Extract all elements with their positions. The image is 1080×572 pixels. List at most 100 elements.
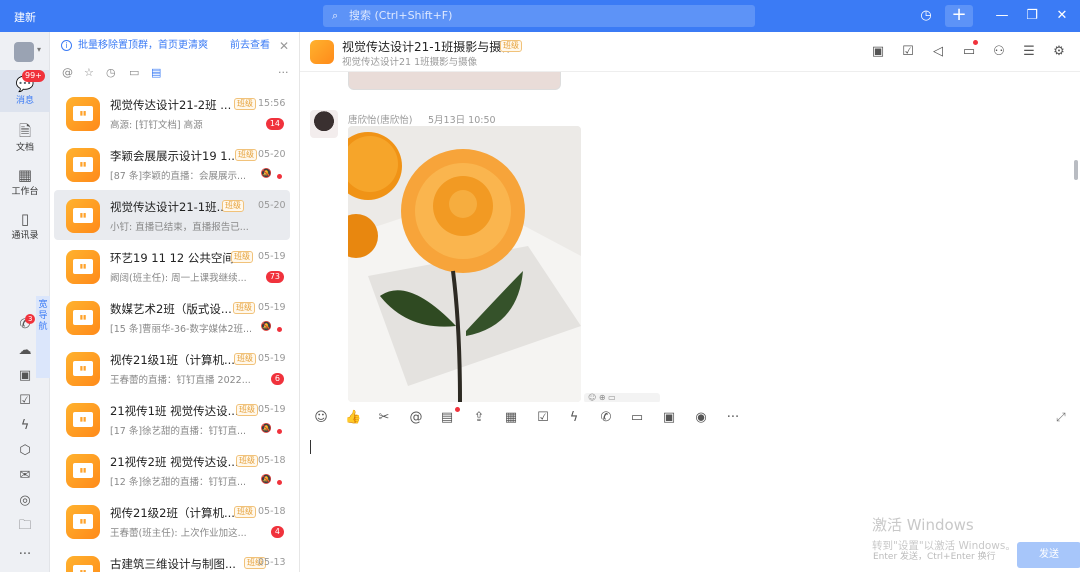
cube-icon[interactable]: ⬡: [16, 442, 34, 460]
star-filter-icon[interactable]: ☆: [84, 66, 94, 79]
conversation-name: 数媒艺术2班（版式设...: [110, 302, 232, 316]
nav-workbench[interactable]: ▦ 工作台: [0, 166, 50, 202]
global-search-input[interactable]: ⌕ 搜索 (Ctrl+Shift+F): [323, 5, 755, 27]
clock-filter-icon[interactable]: ◷: [106, 66, 116, 79]
workbench-icon: ▦: [17, 166, 33, 184]
mail-icon[interactable]: ✉: [16, 467, 34, 485]
group-avatar: [66, 454, 100, 488]
conversation-name: 视觉传达设计21-1班...: [110, 200, 228, 214]
task-dot: [455, 407, 460, 412]
conversation-preview: 王春蕾的直播：钉钉直播 2022...: [110, 375, 251, 386]
conversation-item[interactable]: 21视传2班 视觉传达设...班级05-18 [12 条]徐艺甜的直播：钉钉直..…: [54, 445, 290, 495]
previous-image[interactable]: [348, 72, 561, 90]
red-packet-icon[interactable]: ◉: [693, 410, 709, 426]
todo-icon[interactable]: ☑: [535, 410, 551, 426]
add-member-icon[interactable]: ⚇: [991, 44, 1007, 60]
more-icon[interactable]: ···: [725, 410, 741, 426]
conversation-item[interactable]: 李颖会展展示设计19 1...班级05-20 [87 条]李颖的直播：会展展示..…: [54, 139, 290, 189]
class-tag: 班级: [236, 404, 258, 416]
calendar-icon[interactable]: ▦: [503, 410, 519, 426]
sticker-icon[interactable]: ◎: [16, 492, 34, 510]
conversation-item[interactable]: 视传21级2班（计算机...班级05-18 王春蕾(班主任): 上次作业加这...…: [54, 496, 290, 546]
conversation-item[interactable]: 数媒艺术2班（版式设...班级05-19 [15 条]曹丽华-36-数字媒体2班.…: [54, 292, 290, 342]
conversation-item[interactable]: 21视传1班 视觉传达设...班级05-19 [17 条]徐艺甜的直播：钉钉直..…: [54, 394, 290, 444]
class-tag: 班级: [231, 251, 253, 263]
conversation-preview: [15 条]曹丽华-36-数字媒体2班...: [110, 324, 253, 335]
todo-icon[interactable]: ☑: [16, 392, 34, 410]
task-icon[interactable]: ▤: [439, 410, 455, 426]
notice-message: 批量移除置顶群，首页更清爽: [78, 40, 208, 51]
doc-filter-icon[interactable]: ▭: [129, 66, 139, 79]
conversation-item[interactable]: 环艺19 11 12 公共空间班级 05-19 阚阔(班主任): 周一上课我继续..…: [54, 241, 290, 291]
wide-nav-toggle[interactable]: 宽导航: [36, 296, 50, 378]
conversation-time: 05-18: [258, 506, 286, 517]
scissors-icon[interactable]: ✂: [376, 410, 392, 426]
emoji-icon[interactable]: ☺: [313, 410, 329, 426]
close-icon[interactable]: ✕: [279, 32, 289, 60]
mute-icon: 🔕: [260, 322, 272, 332]
message-reactions[interactable]: ☺ ⊕ ▭: [584, 393, 660, 402]
file-upload-icon[interactable]: ⇪: [471, 410, 487, 426]
more-icon[interactable]: ···: [278, 66, 289, 79]
speaker-icon[interactable]: ◁: [930, 44, 946, 60]
contacts-icon: ▯: [20, 210, 30, 228]
group-avatar[interactable]: [310, 40, 334, 64]
windows-activation-watermark: 激活 Windows 转到"设置"以激活 Windows。: [872, 516, 1016, 552]
unread-badge: 6: [270, 373, 284, 385]
settings-icon[interactable]: ⚙: [1051, 44, 1067, 60]
chat-title[interactable]: 视觉传达设计21-1班摄影与摄像: [342, 38, 513, 55]
notice-link[interactable]: 前去查看: [230, 32, 270, 60]
info-icon: i: [61, 40, 72, 51]
file-filter-icon[interactable]: ▤: [151, 66, 161, 79]
message-time: 5月13日 10:50: [428, 115, 496, 126]
conversation-preview: [17 条]徐艺甜的直播：钉钉直...: [110, 426, 247, 437]
cloud-icon[interactable]: ☁: [16, 342, 34, 360]
expand-icon[interactable]: ⤢: [1056, 410, 1066, 425]
search-placeholder: 搜索 (Ctrl+Shift+F): [349, 9, 453, 22]
unread-dot: [277, 429, 282, 434]
conversation-item[interactable]: 视传21级1班（计算机...班级05-19 王春蕾的直播：钉钉直播 2022...…: [54, 343, 290, 393]
mute-icon: 🔕: [260, 475, 272, 485]
group-avatar: [66, 403, 100, 437]
group-avatar: [66, 556, 100, 572]
live-icon[interactable]: ▭: [629, 410, 645, 426]
sender-avatar[interactable]: [310, 110, 338, 138]
nav-docs[interactable]: 🗎 文档: [0, 122, 50, 158]
restore-icon[interactable]: ❐: [1022, 6, 1042, 26]
class-tag: 班级: [234, 353, 256, 365]
group-icon[interactable]: ▣: [870, 44, 886, 60]
folder-icon[interactable]: 🗀: [16, 517, 34, 535]
message-sender[interactable]: 唐欣怡(唐欣怡): [348, 112, 412, 126]
conversation-item[interactable]: 视觉传达设计21-1班...班级 05-20 小钉: 直播已结束，直播报告已...: [54, 190, 290, 240]
check-icon[interactable]: ☑: [900, 44, 916, 60]
nav-contacts[interactable]: ▯ 通讯录: [0, 210, 50, 246]
class-tag: 班级: [235, 149, 257, 161]
user-avatar[interactable]: [14, 42, 41, 62]
search-record-icon[interactable]: ☰: [1021, 44, 1037, 60]
calendar-icon[interactable]: ▣: [16, 367, 34, 385]
inbox-icon[interactable]: ▭: [961, 44, 977, 60]
screen-share-icon[interactable]: ▣: [661, 410, 677, 426]
flash-icon[interactable]: ϟ: [566, 410, 582, 426]
chat-subtitle: 视觉传达设计21 1班摄影与摄像: [342, 57, 478, 68]
app-title: 建新: [14, 11, 36, 24]
plus-button[interactable]: +: [945, 5, 973, 27]
conversation-item[interactable]: 古建筑三维设计与制图...班级05-13: [54, 547, 290, 572]
at-icon[interactable]: @: [408, 410, 424, 426]
group-avatar: [66, 301, 100, 335]
chat-scrollbar[interactable]: [1074, 160, 1078, 180]
minimize-icon[interactable]: —: [992, 6, 1012, 26]
call-icon[interactable]: ✆: [598, 410, 614, 426]
flash-icon[interactable]: ϟ: [16, 417, 34, 435]
nav-messages[interactable]: 💬 消息 99+: [0, 70, 50, 112]
like-icon[interactable]: 👍: [345, 410, 361, 426]
class-tag: 班级: [236, 455, 258, 467]
at-filter-icon[interactable]: @: [62, 66, 73, 79]
message-photo[interactable]: [348, 126, 581, 402]
close-icon[interactable]: ✕: [1052, 6, 1072, 26]
conversation-item[interactable]: 视觉传达设计21-2班 ...班级15:56 高源: [钉钉文档] 高源 14: [54, 88, 290, 138]
more-icon[interactable]: ...: [16, 542, 34, 560]
message-input[interactable]: 激活 Windows 转到"设置"以激活 Windows。 Enter 发送，C…: [300, 434, 1080, 572]
send-button[interactable]: 发送: [1017, 542, 1080, 568]
history-icon[interactable]: ◷: [916, 6, 936, 26]
